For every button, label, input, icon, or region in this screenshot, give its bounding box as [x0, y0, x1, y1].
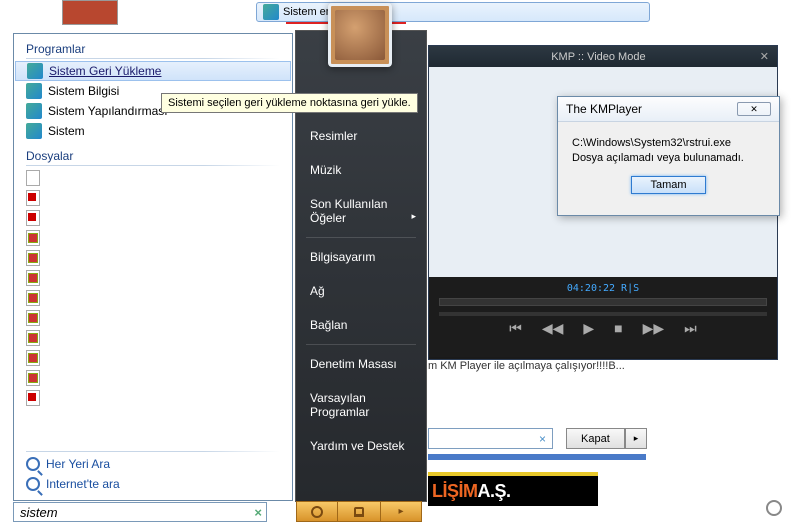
kmp-rewind-icon[interactable]: ◀◀	[542, 320, 564, 337]
right-item-pictures[interactable]: Resimler	[296, 119, 426, 153]
search-icon	[26, 457, 40, 471]
right-item-music[interactable]: Müzik	[296, 153, 426, 187]
kmp-title-text: KMP :: Video Mode	[437, 51, 760, 63]
restore-icon	[27, 63, 43, 79]
xlsx-file-icon[interactable]	[26, 330, 40, 346]
start-search-input[interactable]: sistem ×	[13, 502, 267, 522]
bottom-search-input[interactable]: ×	[428, 428, 553, 449]
close-dropdown-button[interactable]: ▸	[625, 428, 647, 449]
kmp-titlebar[interactable]: KMP :: Video Mode ✕	[429, 46, 777, 67]
system-icon	[26, 123, 42, 139]
search-icon	[26, 477, 40, 491]
lock-button[interactable]	[338, 501, 380, 522]
programs-header: Programlar	[14, 34, 292, 58]
right-item-recent[interactable]: Son Kullanılan Öğeler	[296, 187, 426, 235]
power-buttons: ▸	[296, 501, 426, 522]
power-button[interactable]	[296, 501, 338, 522]
window-border	[428, 454, 646, 460]
separator	[26, 58, 280, 59]
kmp-time-display: 04:20:22 R|S	[439, 283, 767, 294]
search-value: sistem	[20, 505, 58, 520]
search-clear-icon[interactable]: ×	[254, 505, 262, 520]
avatar-remnant	[62, 0, 118, 25]
prog-label: Sistem Geri Yükleme	[49, 64, 161, 78]
clear-icon[interactable]: ×	[539, 432, 546, 446]
text-file-icon[interactable]	[26, 170, 40, 186]
banner: LİŞİM A.Ş.	[428, 472, 598, 506]
kmp-progress-bar[interactable]	[439, 298, 767, 306]
power-menu-button[interactable]: ▸	[380, 501, 422, 522]
search-everywhere-link[interactable]: Her Yeri Ara	[14, 454, 292, 474]
dialog-line1: C:\Windows\System32\rstrui.exe	[572, 136, 765, 151]
config-icon	[26, 103, 42, 119]
prog-label: Sistem Bilgisi	[48, 84, 119, 98]
right-item-controlpanel[interactable]: Denetim Masası	[296, 347, 426, 381]
dialog-close-icon[interactable]: ✕	[737, 102, 771, 116]
kmp-prev-icon[interactable]: ⏮	[509, 320, 522, 337]
program-system-restore[interactable]: Sistem Geri Yükleme	[15, 61, 291, 81]
right-item-defaults[interactable]: Varsayılan Programlar	[296, 381, 426, 429]
tray-icon[interactable]	[766, 500, 782, 516]
banner-suffix: A.Ş.	[478, 481, 511, 502]
pdf-file-icon[interactable]	[26, 210, 40, 226]
system-icon	[263, 4, 279, 20]
file-list	[14, 168, 292, 408]
top-system-button[interactable]: Sistem eme	[256, 2, 650, 22]
chevron-right-icon: ▸	[398, 506, 403, 517]
program-system[interactable]: Sistem	[14, 121, 292, 141]
right-item-connect[interactable]: Bağlan	[296, 308, 426, 342]
right-item-network[interactable]: Ağ	[296, 274, 426, 308]
kmp-play-icon[interactable]: ▶	[583, 320, 594, 337]
link-label: Her Yeri Ara	[46, 457, 110, 471]
close-button[interactable]: Kapat	[566, 428, 625, 449]
right-item-computer[interactable]: Bilgisayarım	[296, 240, 426, 274]
prog-label: Sistem	[48, 124, 85, 138]
separator	[26, 165, 280, 166]
error-dialog: The KMPlayer ✕ C:\Windows\System32\rstru…	[557, 96, 780, 216]
tooltip: Sistemi seçilen geri yükleme noktasına g…	[161, 93, 418, 113]
pdf-file-icon[interactable]	[26, 390, 40, 406]
dialog-line2: Dosya açılamadı veya bulunamadı.	[572, 151, 765, 166]
kmp-status-text: m KM Player ile açılmaya çalışıyor!!!!B.…	[428, 360, 625, 372]
power-icon	[311, 506, 323, 518]
link-label: Internet'te ara	[46, 477, 120, 491]
separator	[26, 451, 280, 452]
kmp-controls: 04:20:22 R|S ⏮ ◀◀ ▶ ■ ▶▶ ⏭	[429, 277, 777, 357]
dialog-title-text: The KMPlayer	[566, 102, 642, 116]
kmp-next-icon[interactable]: ⏭	[684, 320, 697, 337]
dialog-ok-button[interactable]: Tamam	[631, 176, 705, 194]
files-header: Dosyalar	[14, 141, 292, 165]
separator	[306, 237, 416, 238]
xlsx-file-icon[interactable]	[26, 270, 40, 286]
xlsx-file-icon[interactable]	[26, 370, 40, 386]
xlsx-file-icon[interactable]	[26, 310, 40, 326]
banner-red: LİŞİM	[432, 481, 478, 502]
separator	[306, 344, 416, 345]
kmp-close-icon[interactable]: ✕	[760, 50, 769, 63]
dialog-body: C:\Windows\System32\rstrui.exe Dosya açı…	[558, 122, 779, 175]
kmp-volume-bar[interactable]	[439, 312, 767, 316]
pdf-file-icon[interactable]	[26, 190, 40, 206]
info-icon	[26, 83, 42, 99]
xlsx-file-icon[interactable]	[26, 230, 40, 246]
lock-icon	[354, 507, 364, 517]
kmp-stop-icon[interactable]: ■	[614, 320, 622, 337]
prog-label: Sistem Yapılandırması	[48, 104, 168, 118]
xlsx-file-icon[interactable]	[26, 290, 40, 306]
kmp-fwd-icon[interactable]: ▶▶	[643, 320, 665, 337]
user-picture[interactable]	[328, 3, 392, 67]
xlsx-file-icon[interactable]	[26, 250, 40, 266]
dialog-titlebar[interactable]: The KMPlayer ✕	[558, 97, 779, 122]
search-internet-link[interactable]: Internet'te ara	[14, 474, 292, 494]
xlsx-file-icon[interactable]	[26, 350, 40, 366]
right-item-help[interactable]: Yardım ve Destek	[296, 429, 426, 463]
